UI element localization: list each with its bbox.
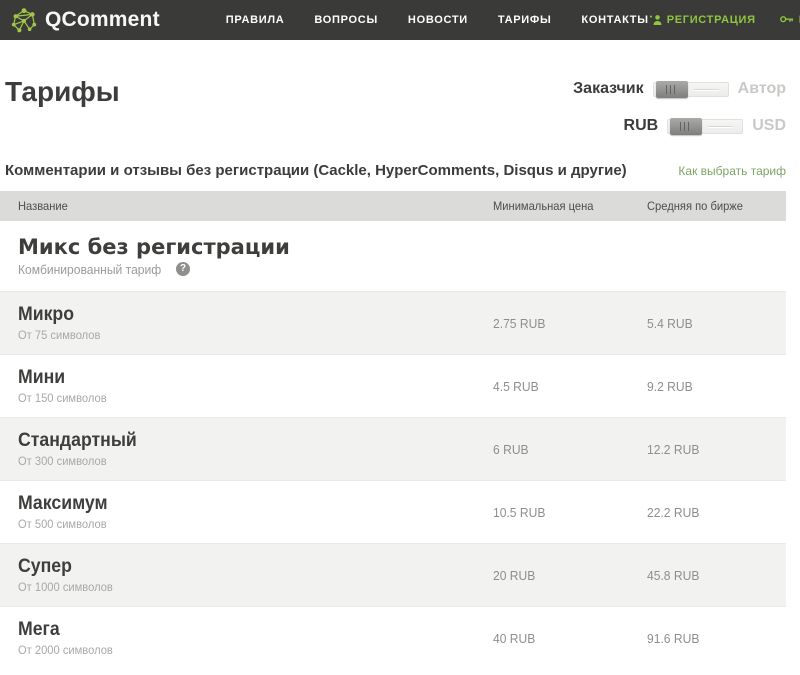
section-title: Комментарии и отзывы без регистрации (Ca… <box>5 162 627 179</box>
main-nav: ПРАВИЛА ВОПРОСЫ НОВОСТИ ТАРИФЫ КОНТАКТЫ <box>226 14 649 26</box>
add-user-icon <box>649 14 662 26</box>
currency-toggle-label-usd: USD <box>752 117 786 135</box>
min-price-cell <box>490 249 645 264</box>
tariff-subtitle: От 75 символов <box>18 328 490 342</box>
login-link[interactable]: ВХОД <box>780 14 800 26</box>
role-toggle-label-customer: Заказчик <box>573 80 644 98</box>
table-header-row: Название Минимальная цена Средняя по бир… <box>0 191 786 221</box>
key-icon <box>780 15 794 25</box>
min-price-cell: 2.75 RUB <box>490 316 645 331</box>
tariff-subtitle: От 300 символов <box>18 454 490 468</box>
min-price-cell: 4.5 RUB <box>490 379 645 394</box>
nav-item-rules[interactable]: ПРАВИЛА <box>226 14 285 26</box>
role-toggle-switch[interactable] <box>653 82 729 97</box>
help-icon[interactable]: ? <box>176 262 190 276</box>
tariff-title: Мини <box>18 367 490 389</box>
nav-item-tariffs[interactable]: ТАРИФЫ <box>498 14 552 26</box>
avg-price-cell: 12.2 RUB <box>645 442 786 457</box>
tariff-subtitle: От 500 символов <box>18 517 490 531</box>
table-row: Стандартный От 300 символов 6 RUB 12.2 R… <box>0 417 786 480</box>
avg-price-cell: 91.6 RUB <box>645 631 786 646</box>
avg-price-cell: 9.2 RUB <box>645 379 786 394</box>
min-price-cell: 20 RUB <box>490 568 645 583</box>
toggle-handle[interactable] <box>670 118 702 135</box>
column-header-min-price: Минимальная цена <box>490 199 645 213</box>
tariff-title: Микро <box>18 304 490 326</box>
register-link[interactable]: РЕГИСТРАЦИЯ <box>649 14 756 26</box>
tariff-name-cell: Супер От 1000 символов <box>0 556 490 594</box>
brand-logo[interactable]: QComment <box>10 6 160 34</box>
avg-price-cell: 5.4 RUB <box>645 316 786 331</box>
avg-price-cell: 22.2 RUB <box>645 505 786 520</box>
table-row: Мини От 150 символов 4.5 RUB 9.2 RUB <box>0 354 786 417</box>
network-logo-icon <box>10 6 38 34</box>
role-toggle-row: Заказчик Автор <box>573 80 786 98</box>
register-label: РЕГИСТРАЦИЯ <box>667 14 756 26</box>
how-to-choose-tariff-link[interactable]: Как выбрать тариф <box>678 164 786 178</box>
auth-nav: РЕГИСТРАЦИЯ ВХОД <box>649 14 800 26</box>
currency-toggle-label-rub: RUB <box>624 117 659 135</box>
toggle-handle[interactable] <box>656 81 688 98</box>
nav-item-questions[interactable]: ВОПРОСЫ <box>314 14 378 26</box>
tariff-name-cell: Микро От 75 символов <box>0 304 490 342</box>
tariff-title: Максимум <box>18 493 490 515</box>
tariff-table: Название Минимальная цена Средняя по бир… <box>0 191 786 669</box>
tariff-name-cell: Микс без регистрации Комбинированный тар… <box>0 235 490 276</box>
tariff-name-cell: Мини От 150 символов <box>0 367 490 405</box>
column-header-name: Название <box>0 199 490 213</box>
table-row: Максимум От 500 символов 10.5 RUB 22.2 R… <box>0 480 786 543</box>
min-price-cell: 10.5 RUB <box>490 505 645 520</box>
table-row: Мега От 2000 символов 40 RUB 91.6 RUB <box>0 606 786 669</box>
tariff-subtitle: От 2000 символов <box>18 643 490 657</box>
nav-item-news[interactable]: НОВОСТИ <box>408 14 468 26</box>
toggle-panel: Заказчик Автор RUB USD <box>573 80 786 154</box>
brand-name: QComment <box>45 8 160 32</box>
tariff-subtitle: От 1000 символов <box>18 580 490 594</box>
role-toggle-label-author: Автор <box>738 80 786 98</box>
top-navigation-bar: QComment ПРАВИЛА ВОПРОСЫ НОВОСТИ ТАРИФЫ … <box>0 0 800 40</box>
table-row: Супер От 1000 символов 20 RUB 45.8 RUB <box>0 543 786 606</box>
tariff-title: Стандартный <box>18 430 490 452</box>
min-price-cell: 6 RUB <box>490 442 645 457</box>
tariff-title: Мега <box>18 619 490 641</box>
currency-toggle-row: RUB USD <box>573 117 786 135</box>
tariff-name-cell: Мега От 2000 символов <box>0 619 490 657</box>
table-row: Микро От 75 символов 2.75 RUB 5.4 RUB <box>0 291 786 354</box>
avg-price-cell: 45.8 RUB <box>645 568 786 583</box>
table-row: Микс без регистрации Комбинированный тар… <box>0 221 786 291</box>
currency-toggle-switch[interactable] <box>667 119 743 134</box>
nav-item-contacts[interactable]: КОНТАКТЫ <box>581 14 648 26</box>
tariff-title: Супер <box>18 556 490 578</box>
tariff-name-cell: Максимум От 500 символов <box>0 493 490 531</box>
tariff-subtitle: Комбинированный тариф ? <box>18 262 490 277</box>
section-heading-row: Комментарии и отзывы без регистрации (Ca… <box>5 162 786 179</box>
tariff-subtitle: От 150 символов <box>18 391 490 405</box>
avg-price-cell <box>645 249 786 264</box>
column-header-avg-price: Средняя по бирже <box>645 199 786 213</box>
tariff-title: Микс без регистрации <box>18 235 490 259</box>
min-price-cell: 40 RUB <box>490 631 645 646</box>
tariff-name-cell: Стандартный От 300 символов <box>0 430 490 468</box>
